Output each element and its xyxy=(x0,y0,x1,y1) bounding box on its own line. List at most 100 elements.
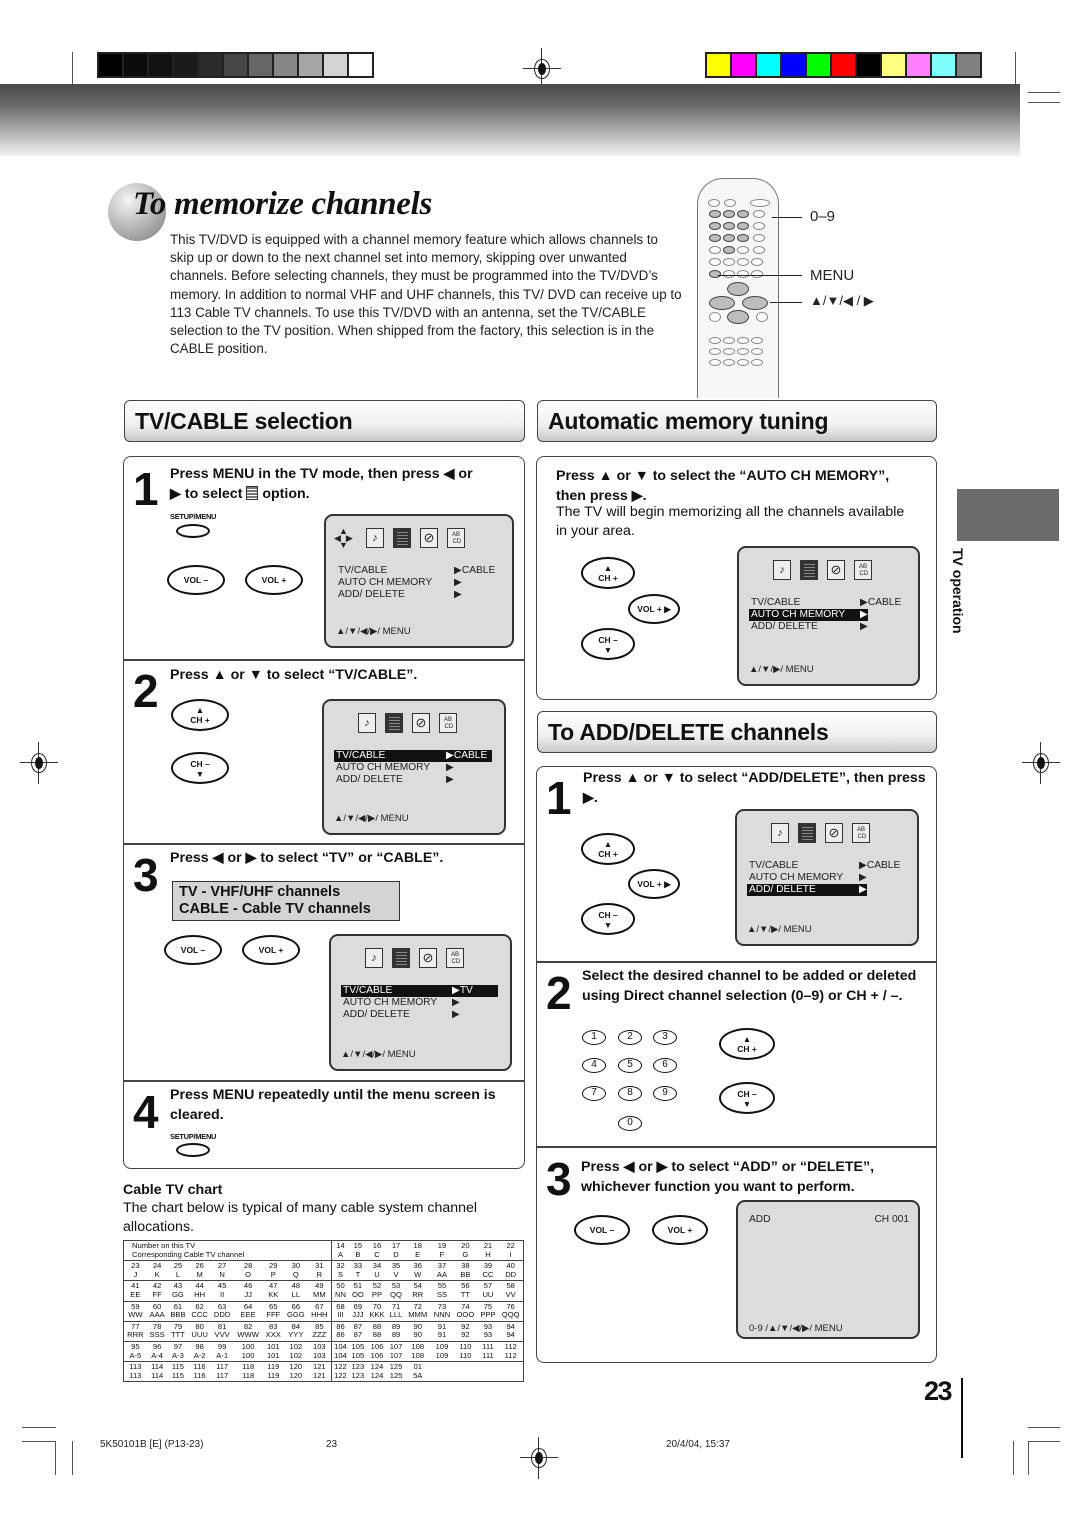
digit-button-3[interactable]: 3 xyxy=(653,1030,677,1045)
vol-minus-button[interactable]: VOL – xyxy=(164,935,222,965)
setup-grid-icon xyxy=(393,528,411,548)
step-instruction: Press ▲ or ▼ to select “ADD/DELETE”, the… xyxy=(583,770,926,806)
page-number: 23 xyxy=(924,1376,953,1406)
digit-button-5[interactable]: 5 xyxy=(618,1058,642,1073)
color-swatch xyxy=(807,54,830,76)
crop-mark xyxy=(1028,102,1060,103)
osd-row-value: ▶ xyxy=(452,997,460,1008)
osd-menu-row: ADD/ DELETE ▶ xyxy=(341,1009,500,1021)
crop-mark xyxy=(1028,1427,1060,1428)
cable-table-cell: 32 S xyxy=(330,1260,350,1281)
ch-minus-button[interactable]: CH – ▼ xyxy=(171,752,229,784)
cable-table-cell: 102 102 xyxy=(283,1340,308,1362)
vol-minus-button[interactable]: VOL – xyxy=(167,565,225,595)
osd-menu-icons: ♪ ⊘ AB CD xyxy=(773,560,872,580)
osd-menu-row: TV/CABLE ▶CABLE xyxy=(334,750,492,762)
remote-button xyxy=(753,234,765,242)
digit-button-2[interactable]: 2 xyxy=(618,1030,642,1045)
cable-table-cell: 110 110 xyxy=(453,1340,478,1362)
osd-row-value: ▶ xyxy=(446,774,454,785)
cable-table-cell: 107 107 xyxy=(387,1340,405,1362)
color-swatch xyxy=(349,54,372,76)
remote-button xyxy=(709,270,721,278)
osd-row-label: AUTO CH MEMORY xyxy=(338,577,433,588)
osd-row-value: ▶ xyxy=(452,1009,460,1020)
osd-row-label: AUTO CH MEMORY xyxy=(749,872,844,883)
color-swatch xyxy=(274,54,297,76)
vol-plus-button[interactable]: VOL + xyxy=(245,565,303,595)
cable-table-cell: 15 B xyxy=(353,1241,363,1259)
cable-table-cell: 57 UU xyxy=(477,1280,499,1302)
cable-table-cell: 70 KKK xyxy=(366,1300,388,1322)
osd-menu-icons: ♪ ⊘ AB CD xyxy=(365,948,464,968)
remote-label-menu: MENU xyxy=(810,267,855,284)
cable-table-cell: 100 100 xyxy=(233,1340,263,1362)
remote-button xyxy=(709,359,721,366)
osd-menu-row: AUTO CH MEMORY ▶ xyxy=(747,872,907,884)
language-icon: AB CD xyxy=(854,560,872,580)
cable-table-cell: 98 A-2 xyxy=(188,1340,211,1362)
vol-plus-label: VOL + xyxy=(258,945,284,955)
cable-table-cell: 48 LL xyxy=(283,1280,308,1302)
cable-table-cell: 86 86 xyxy=(330,1320,350,1342)
cable-table-cell: 88 88 xyxy=(366,1320,388,1342)
osd-menu-row: TV/CABLE ▶TV xyxy=(341,985,498,997)
osd-menu-row: ADD/ DELETE ▶ xyxy=(749,621,908,633)
cable-table-cell: 51 OO xyxy=(349,1280,367,1302)
vol-plus-label: VOL + xyxy=(667,1225,693,1235)
ch-plus-button[interactable]: ▲ CH + xyxy=(171,699,229,731)
ch-minus-button[interactable]: CH – ▼ xyxy=(719,1082,775,1114)
remote-button xyxy=(751,337,763,344)
osd-menu-row: ADD/ DELETE ▶ xyxy=(334,774,494,786)
cable-table-cell: 73 NNN xyxy=(430,1300,454,1322)
cable-table-cell: 75 PPP xyxy=(477,1300,499,1322)
osd-row-label: ADD/ DELETE xyxy=(343,1009,410,1020)
vol-minus-button[interactable]: VOL – xyxy=(574,1215,630,1245)
vol-plus-button[interactable]: VOL + xyxy=(242,935,300,965)
vol-plus-button[interactable]: VOL + ▶ xyxy=(628,594,680,624)
auto-memory-instruction: Press ▲ or ▼ to select the “AUTO CH MEMO… xyxy=(556,467,931,506)
ch-plus-button[interactable]: ▲ CH + xyxy=(719,1028,775,1060)
remote-button xyxy=(708,199,720,207)
ch-plus-button[interactable]: ▲ CH + xyxy=(581,557,635,589)
digit-button-1[interactable]: 1 xyxy=(582,1030,606,1045)
crop-mark xyxy=(22,1441,56,1442)
osd-row-value: ▶CABLE xyxy=(859,860,901,871)
cable-table-cell: 72 MMM xyxy=(404,1300,431,1322)
remote-button xyxy=(723,270,735,278)
cable-table-cell: 62 CCC xyxy=(188,1300,211,1322)
ch-plus-button[interactable]: ▲ CH + xyxy=(581,833,635,865)
ch-minus-button[interactable]: CH – ▼ xyxy=(581,903,635,935)
digit-button-9[interactable]: 9 xyxy=(653,1086,677,1101)
step-number: 1 xyxy=(133,463,159,515)
step-instruction: Select the desired channel to be added o… xyxy=(582,968,917,1004)
color-calibration-strip xyxy=(705,52,982,78)
cable-table-cell: 58 VV xyxy=(498,1280,524,1302)
ch-minus-button[interactable]: CH – ▼ xyxy=(581,628,635,660)
remote-button xyxy=(723,359,735,366)
vol-plus-label: VOL + xyxy=(637,604,662,614)
registration-mark-icon xyxy=(20,742,58,784)
ch-plus-label: CH + xyxy=(737,1044,757,1054)
digit-button-4[interactable]: 4 xyxy=(582,1058,606,1073)
digit-button-0[interactable]: 0 xyxy=(618,1116,642,1131)
crop-mark xyxy=(55,1441,56,1475)
crop-mark xyxy=(1013,1441,1014,1475)
digit-button-8[interactable]: 8 xyxy=(618,1086,642,1101)
digit-button-6[interactable]: 6 xyxy=(653,1058,677,1073)
setup-grid-icon xyxy=(392,948,410,968)
osd-footer: ▲/▼/◀/▶/ MENU xyxy=(341,1049,416,1060)
remote-button xyxy=(709,348,721,355)
remote-button xyxy=(727,310,749,324)
vol-plus-button[interactable]: VOL + ▶ xyxy=(628,869,680,899)
setup-menu-button[interactable] xyxy=(176,1143,210,1157)
crop-mark xyxy=(1028,92,1060,93)
digit-button-7[interactable]: 7 xyxy=(582,1086,606,1101)
language-icon: AB CD xyxy=(446,948,464,968)
picture-icon: ♪ xyxy=(773,560,791,580)
cable-table-cell: 66 GGG xyxy=(283,1300,308,1322)
vol-plus-button[interactable]: VOL + xyxy=(652,1215,708,1245)
cable-table-cell: 81 VVV xyxy=(210,1320,234,1342)
cable-table-cell: 101 101 xyxy=(262,1340,284,1362)
setup-menu-button[interactable] xyxy=(176,524,210,538)
